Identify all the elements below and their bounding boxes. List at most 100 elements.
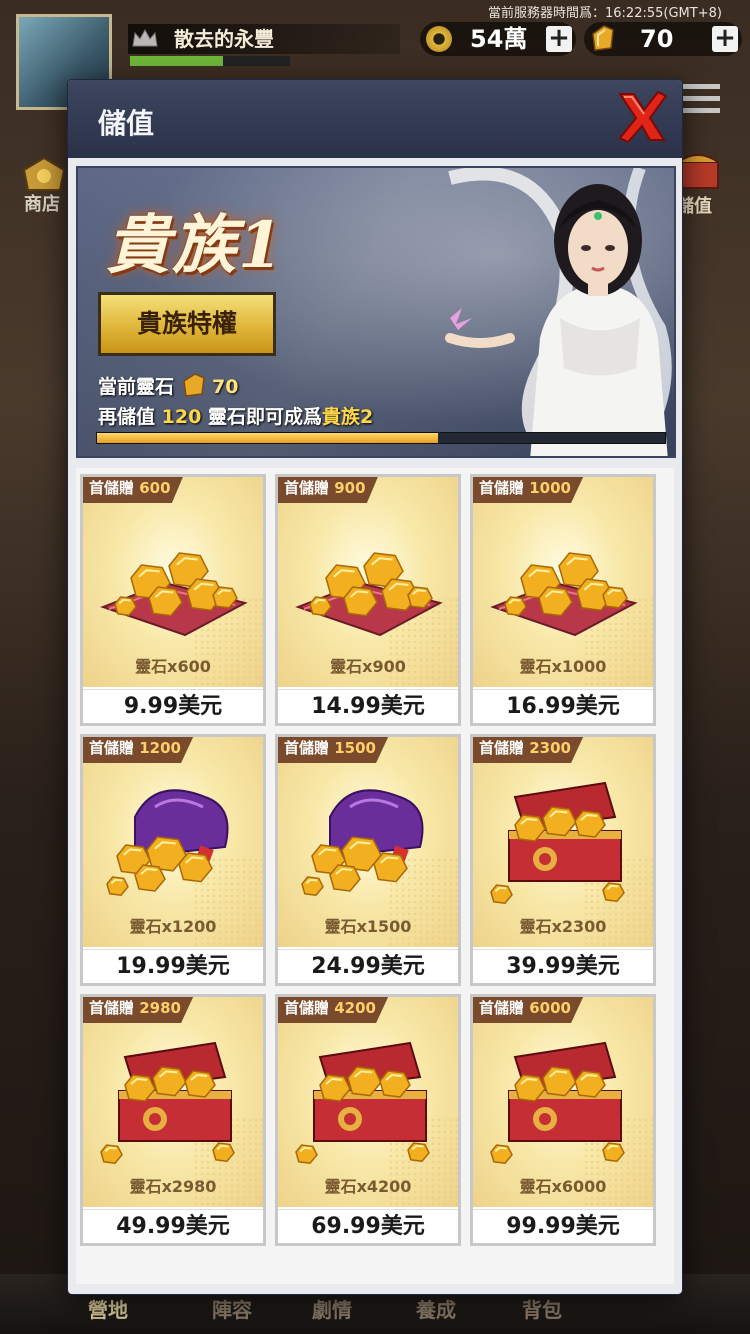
add-gold-button[interactable]: +	[546, 25, 572, 52]
spirit-stone-counter: 70 +	[584, 22, 742, 56]
package-price: 16.99美元	[473, 689, 653, 723]
package-card[interactable]: 首儲贈 1000 靈石x1000 16.99美元	[470, 474, 656, 726]
bonus-label: 首儲贈	[479, 739, 525, 757]
nav-lineup[interactable]: 陣容	[212, 1294, 252, 1323]
bonus-label: 首儲贈	[479, 999, 525, 1017]
package-price: 19.99美元	[83, 949, 263, 983]
add-spirit-stone-button[interactable]: +	[712, 25, 738, 52]
bonus-amount: 600	[139, 479, 171, 497]
package-card[interactable]: 首儲贈 1200 靈石x1200 19.99美元	[80, 734, 266, 986]
upgrade-hint: 再儲值 120 靈石即可成爲貴族2	[98, 402, 373, 429]
stone-bag-art	[106, 789, 229, 896]
shop-entry[interactable]: 商店	[18, 154, 70, 215]
server-time: 當前服務器時間爲：16:22:55(GMT+8)	[488, 6, 722, 20]
bonus-amount: 1000	[529, 479, 571, 497]
current-stone-label: 當前靈石	[98, 376, 175, 398]
upgrade-prefix: 再儲值	[98, 406, 156, 428]
package-price: 69.99美元	[278, 1209, 458, 1243]
package-price: 39.99美元	[473, 949, 653, 983]
first-purchase-bonus-ribbon: 首儲贈 2980	[83, 997, 195, 1023]
bonus-amount: 4200	[334, 999, 376, 1017]
stone-pile-art	[100, 552, 248, 637]
stone-pile-art	[490, 552, 638, 637]
spirit-stone-value: 70	[640, 25, 674, 53]
nav-develop[interactable]: 養成	[416, 1294, 456, 1323]
package-art: 首儲贈 2980 靈石x2980	[83, 997, 263, 1207]
modal-title: 儲值	[98, 107, 155, 140]
package-art: 首儲贈 1000 靈石x1000	[473, 477, 653, 687]
spirit-stone-icon	[183, 373, 205, 397]
noble-progress-bar	[96, 432, 666, 444]
package-card[interactable]: 首儲贈 2980 靈石x2980 49.99美元	[80, 994, 266, 1246]
package-art: 首儲贈 2300 靈石x2300	[473, 737, 653, 947]
bonus-amount: 900	[334, 479, 366, 497]
bonus-amount: 1500	[334, 739, 376, 757]
stone-quantity: 靈石x600	[135, 657, 211, 676]
package-art: 首儲贈 1500 靈石x1500	[278, 737, 458, 947]
package-card[interactable]: 首儲贈 6000 靈石x6000 99.99美元	[470, 994, 656, 1246]
player-exp-bar	[130, 56, 290, 66]
first-purchase-bonus-ribbon: 首儲贈 1200	[83, 737, 195, 763]
first-purchase-bonus-ribbon: 首儲贈 1000	[473, 477, 585, 503]
spirit-stone-icon	[592, 25, 614, 51]
bonus-amount: 2980	[139, 999, 181, 1017]
first-purchase-bonus-ribbon: 首儲贈 600	[83, 477, 185, 503]
first-purchase-bonus-ribbon: 首儲贈 1500	[278, 737, 390, 763]
noble-privilege-button[interactable]: 貴族特權	[98, 292, 276, 356]
bonus-label: 首儲贈	[89, 999, 135, 1017]
recharge-modal: 儲值 貴族1 貴族特權 當前靈石 70 再儲值 120 靈石即可成爲貴族2 首儲…	[68, 80, 682, 1294]
heroine-illustration	[445, 168, 672, 456]
nav-story[interactable]: 劇情	[312, 1294, 352, 1323]
noble-rank-title: 貴族1	[106, 208, 285, 283]
treasure-chest-art	[490, 1041, 625, 1164]
first-purchase-bonus-ribbon: 首儲贈 2300	[473, 737, 585, 763]
stone-bag-art	[301, 789, 424, 896]
package-art: 首儲贈 6000 靈石x6000	[473, 997, 653, 1207]
package-price: 9.99美元	[83, 689, 263, 723]
package-card[interactable]: 首儲贈 600 靈石x600 9.99美元	[80, 474, 266, 726]
package-art: 首儲贈 600 靈石x600	[83, 477, 263, 687]
stone-quantity: 靈石x1500	[324, 917, 412, 936]
treasure-chest-art	[295, 1041, 430, 1164]
bonus-label: 首儲贈	[284, 999, 330, 1017]
package-price: 49.99美元	[83, 1209, 263, 1243]
package-art: 首儲贈 4200 靈石x4200	[278, 997, 458, 1207]
package-art: 首儲贈 900 靈石x900	[278, 477, 458, 687]
package-card[interactable]: 首儲贈 1500 靈石x1500 24.99美元	[275, 734, 461, 986]
treasure-chest-art	[100, 1041, 235, 1164]
stone-quantity: 靈石x4200	[324, 1177, 412, 1196]
coin-icon	[426, 26, 452, 52]
current-stone-value: 70	[212, 376, 239, 398]
first-purchase-bonus-ribbon: 首儲贈 900	[278, 477, 380, 503]
close-x-icon[interactable]	[614, 90, 670, 144]
shop-icon	[22, 156, 66, 191]
package-card[interactable]: 首儲贈 900 靈石x900 14.99美元	[275, 474, 461, 726]
stone-quantity: 靈石x900	[330, 657, 406, 676]
package-price: 14.99美元	[278, 689, 458, 723]
bonus-amount: 1200	[139, 739, 181, 757]
upgrade-target: 貴族2	[321, 406, 374, 428]
shop-label: 商店	[24, 194, 60, 215]
nav-camp[interactable]: 營地	[88, 1294, 128, 1323]
upgrade-middle: 靈石即可成爲	[207, 406, 322, 428]
nav-bag[interactable]: 背包	[522, 1294, 562, 1323]
player-name: 散去的永豐	[128, 24, 400, 54]
crown-icon	[132, 28, 158, 47]
gold-value: 54萬	[470, 25, 528, 53]
package-card[interactable]: 首儲贈 4200 靈石x4200 69.99美元	[275, 994, 461, 1246]
package-price: 24.99美元	[278, 949, 458, 983]
bonus-label: 首儲贈	[89, 739, 135, 757]
hamburger-menu-icon[interactable]	[680, 84, 720, 118]
stone-quantity: 靈石x2980	[129, 1177, 217, 1196]
bonus-amount: 2300	[529, 739, 571, 757]
bonus-amount: 6000	[529, 999, 571, 1017]
current-stone-line: 當前靈石 70	[98, 372, 238, 400]
stone-quantity: 靈石x1200	[129, 917, 217, 936]
bonus-label: 首儲贈	[284, 739, 330, 757]
stone-quantity: 靈石x1000	[519, 657, 607, 676]
package-card[interactable]: 首儲贈 2300 靈石x2300 39.99美元	[470, 734, 656, 986]
bonus-label: 首儲贈	[479, 479, 525, 497]
upgrade-amount: 120	[161, 406, 202, 428]
stone-quantity: 靈石x6000	[519, 1177, 607, 1196]
first-purchase-bonus-ribbon: 首儲贈 6000	[473, 997, 585, 1023]
